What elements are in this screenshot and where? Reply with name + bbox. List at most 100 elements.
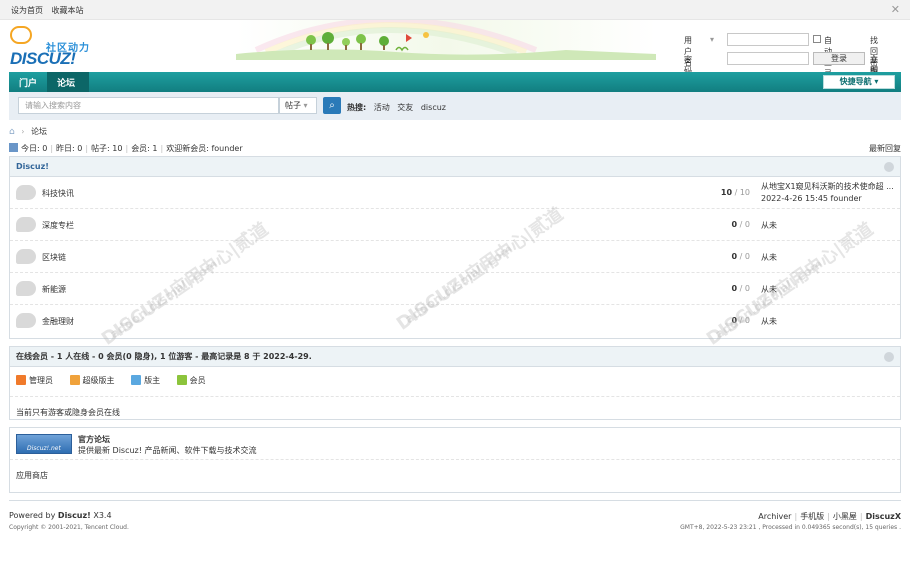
footer-link-archiver[interactable]: Archiver (758, 512, 791, 521)
username-input[interactable] (727, 33, 809, 46)
bookmark-link[interactable]: 收藏本站 (52, 6, 84, 15)
home-icon[interactable]: ⌂ (9, 127, 15, 137)
footer-link-mobile[interactable]: 手机版 (800, 512, 824, 521)
forum-name[interactable]: 金融理财 (42, 316, 74, 327)
stat-yesterday: 昨日: 0 (56, 144, 83, 153)
online-members: 在线会员 - 1 人在线 - 0 会员(0 隐身), 1 位游客 - 最高记录是… (9, 346, 901, 420)
login-button[interactable]: 登录 (813, 52, 865, 65)
member-legend: 管理员 超级版主 版主 会员 (10, 367, 900, 397)
collapse-icon[interactable] (884, 352, 894, 362)
stats-divider: | (85, 144, 89, 153)
post-count: 0 (744, 316, 750, 325)
legend-label: 版主 (144, 376, 161, 385)
forum-row: 区块链 0 / 0 从未 (10, 241, 900, 273)
latest-reply-link[interactable]: 最新回复 (869, 143, 901, 154)
thread-count: 10 (720, 188, 733, 197)
mod-user-icon (131, 375, 142, 385)
footer-link-blackroom[interactable]: 小黑屋 (833, 512, 857, 521)
count-slash: / (734, 188, 738, 197)
category-title[interactable]: Discuz! (16, 162, 49, 171)
logo-brand: DISCUZ! (10, 49, 76, 68)
hot-term[interactable]: discuz (421, 103, 446, 112)
member-user-icon (176, 375, 187, 385)
search-button[interactable]: ⌕ (323, 97, 341, 114)
forum-name[interactable]: 新能源 (42, 284, 66, 295)
nav-item-forum[interactable]: 论坛 (57, 76, 75, 89)
search-input[interactable]: 请输入搜索内容 (18, 97, 279, 114)
search-type-select[interactable]: 帖子 ▾ (279, 97, 317, 114)
chevron-down-icon: ▾ (874, 77, 879, 86)
legend-label: 管理员 (29, 376, 53, 385)
forum-row: 深度专栏 0 / 0 从未 (10, 209, 900, 241)
footer-link-discuzx[interactable]: DiscuzX (866, 512, 901, 521)
forum-stats: 今日: 0 | 昨日: 0 | 帖子: 10 | 会员: 1 | 欢迎新会员: founder … (9, 143, 901, 154)
quick-nav-button[interactable]: 快捷导航 ▾ (823, 75, 895, 89)
set-home-link[interactable]: 设为首页 (11, 6, 43, 15)
powered-by: Powered by Discuz! X3.4 (9, 511, 112, 520)
stat-members: 会员: 1 (131, 144, 158, 153)
hot-term[interactable]: 活动 (374, 103, 390, 112)
stats-divider: | (125, 144, 129, 153)
footer-divider: | (859, 512, 863, 521)
breadcrumb: ⌂ › 论坛 (9, 126, 47, 137)
welcome-text: 欢迎新会员: (166, 144, 212, 153)
top-bar: 设为首页 收藏本站 ✕ (0, 0, 910, 20)
discuz-net-logo[interactable]: Discuz!.net (16, 434, 72, 454)
password-input[interactable] (727, 52, 809, 65)
legend-label: 超级版主 (82, 376, 115, 385)
powered-brand[interactable]: Discuz! (58, 511, 91, 520)
forum-bubble-icon (16, 217, 36, 232)
thread-count: 0 (731, 284, 738, 293)
forum-name[interactable]: 科技快讯 (42, 188, 74, 199)
forum-bubble-icon (16, 185, 36, 200)
link-desc: 提供最新 Discuz! 产品新闻、软件下载与技术交流 (78, 446, 257, 455)
post-count: 10 (739, 188, 750, 197)
forum-row: 新能源 0 / 0 从未 (10, 273, 900, 305)
forum-category: Discuz! 科技快讯 10 / 10 从地宝X1窥见科沃斯的技术使命超 ..… (9, 156, 901, 339)
app-store-link[interactable]: 应用商店 (10, 460, 900, 491)
hot-term[interactable]: 交友 (397, 103, 413, 112)
count-slash: / (739, 252, 743, 261)
legend-item: 管理员 (16, 375, 53, 385)
friend-links: Discuz!.net 官方论坛 提供最新 Discuz! 产品新闻、软件下载与… (9, 427, 901, 493)
footer-links: Archiver | 手机版 | 小黑屋 | DiscuzX (758, 511, 901, 522)
collapse-icon[interactable] (884, 162, 894, 172)
online-header: 在线会员 - 1 人在线 - 0 会员(0 隐身), 1 位游客 - 最高记录是… (10, 347, 900, 367)
legend-label: 会员 (189, 376, 206, 385)
logo-bubble-icon (10, 26, 32, 44)
count-slash: / (739, 316, 743, 325)
close-icon[interactable]: ✕ (891, 3, 900, 16)
super-mod-user-icon (69, 375, 80, 385)
forum-last-post: 从未 (761, 285, 777, 294)
footer-divider: | (794, 512, 798, 521)
chevron-down-icon[interactable]: ▾ (710, 35, 714, 44)
powered-version: X3.4 (90, 511, 112, 520)
header-banner-illustration (236, 20, 656, 60)
online-title[interactable]: 在线会员 - 1 人在线 - 0 会员(0 隐身), 1 位游客 - 最高记录是… (16, 352, 312, 361)
link-title[interactable]: 官方论坛 (78, 434, 110, 445)
search-bar: 请输入搜索内容 帖子 ▾ ⌕ 热搜: 活动 交友 discuz (9, 92, 901, 120)
forum-bubble-icon (16, 313, 36, 328)
hot-search: 热搜: 活动 交友 discuz (347, 102, 446, 113)
forum-bubble-icon (16, 249, 36, 264)
nav-item-portal[interactable]: 门户 (19, 76, 37, 89)
forum-last-post: 从未 (761, 221, 777, 230)
quick-nav-label: 快捷导航 (839, 77, 872, 86)
forum-last-post: 从地宝X1窥见科沃斯的技术使命超 ... 2022-4-26 15:45 foun… (761, 181, 894, 205)
thread-count: 0 (731, 252, 738, 261)
legend-item: 会员 (176, 375, 206, 385)
chevron-down-icon: ▾ (303, 101, 308, 110)
site-logo[interactable]: 社区动力 DISCUZ! (10, 26, 100, 70)
breadcrumb-current[interactable]: 论坛 (31, 127, 47, 136)
auto-login-checkbox[interactable] (813, 35, 821, 43)
last-post-title[interactable]: 从地宝X1窥见科沃斯的技术使命超 ... (761, 182, 894, 191)
discuz-net-logo-text: Discuz!.net (27, 445, 61, 452)
forum-name[interactable]: 深度专栏 (42, 220, 74, 231)
header: 社区动力 DISCUZ! 用户名 ▾ 自动登录 找回密码 密码 (0, 20, 910, 97)
top-links: 设为首页 收藏本站 (11, 5, 90, 16)
forum-name[interactable]: 区块链 (42, 252, 66, 263)
legend-item: 版主 (131, 375, 161, 385)
new-member-link[interactable]: founder (211, 144, 242, 153)
forum-count: 0 / 0 (710, 316, 750, 325)
online-message: 当前只有游客或隐身会员在线 (16, 408, 120, 417)
